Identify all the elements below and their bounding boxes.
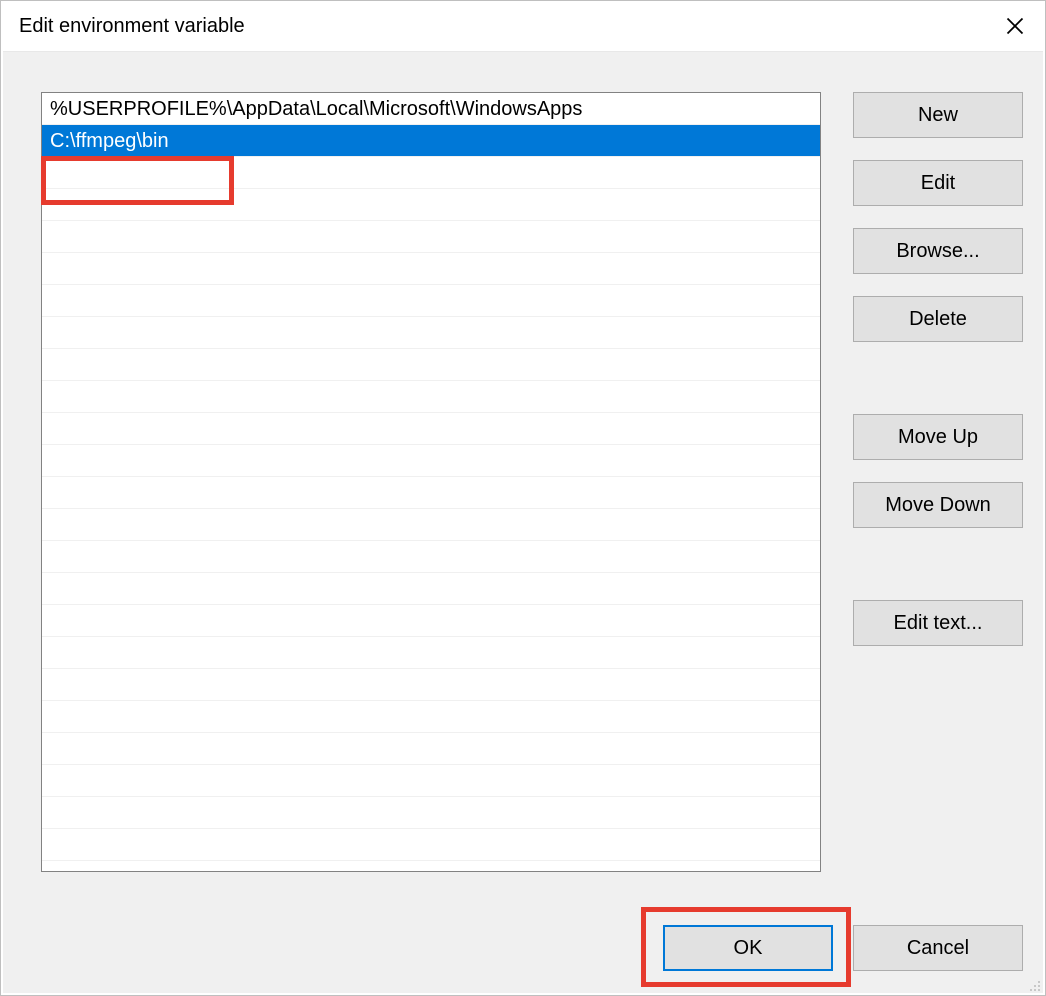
titlebar: Edit environment variable	[1, 1, 1045, 51]
move-up-button[interactable]: Move Up	[853, 414, 1023, 460]
path-list-row-empty[interactable]	[42, 477, 820, 509]
side-button-panel: New Edit Browse... Delete Move Up Move D…	[853, 92, 1023, 668]
edit-text-button[interactable]: Edit text...	[853, 600, 1023, 646]
path-list-row-empty[interactable]	[42, 381, 820, 413]
path-list-row-empty[interactable]	[42, 349, 820, 381]
edit-button[interactable]: Edit	[853, 160, 1023, 206]
path-list-row-empty[interactable]	[42, 605, 820, 637]
path-list-row-empty[interactable]	[42, 637, 820, 669]
close-icon	[1006, 17, 1024, 35]
path-list-row-empty[interactable]	[42, 189, 820, 221]
path-list-row-empty[interactable]	[42, 573, 820, 605]
path-list-row-empty[interactable]	[42, 797, 820, 829]
client-area: %USERPROFILE%\AppData\Local\Microsoft\Wi…	[3, 51, 1043, 993]
path-list-row-empty[interactable]	[42, 829, 820, 861]
close-button[interactable]	[985, 1, 1045, 51]
path-list-row-empty[interactable]	[42, 669, 820, 701]
path-list-row[interactable]: C:\ffmpeg\bin	[42, 125, 820, 157]
path-list-row-empty[interactable]	[42, 445, 820, 477]
browse-button[interactable]: Browse...	[853, 228, 1023, 274]
path-list-row-empty[interactable]	[42, 317, 820, 349]
delete-button[interactable]: Delete	[853, 296, 1023, 342]
resize-grip-icon[interactable]	[1025, 975, 1041, 991]
path-list-row-empty[interactable]	[42, 157, 820, 189]
move-down-button[interactable]: Move Down	[853, 482, 1023, 528]
path-list[interactable]: %USERPROFILE%\AppData\Local\Microsoft\Wi…	[41, 92, 821, 872]
path-list-row-empty[interactable]	[42, 413, 820, 445]
path-list-row-empty[interactable]	[42, 285, 820, 317]
ok-button[interactable]: OK	[663, 925, 833, 971]
path-list-row-empty[interactable]	[42, 253, 820, 285]
path-list-row-empty[interactable]	[42, 765, 820, 797]
dialog-window: Edit environment variable %USERPROFILE%\…	[0, 0, 1046, 996]
path-list-row-empty[interactable]	[42, 541, 820, 573]
new-button[interactable]: New	[853, 92, 1023, 138]
path-list-row-empty[interactable]	[42, 701, 820, 733]
path-list-row-empty[interactable]	[42, 221, 820, 253]
path-list-row[interactable]: %USERPROFILE%\AppData\Local\Microsoft\Wi…	[42, 93, 820, 125]
path-list-row-empty[interactable]	[42, 509, 820, 541]
footer-button-panel: OK Cancel	[663, 925, 1023, 971]
window-title: Edit environment variable	[19, 15, 245, 38]
path-list-row-empty[interactable]	[42, 733, 820, 765]
cancel-button[interactable]: Cancel	[853, 925, 1023, 971]
